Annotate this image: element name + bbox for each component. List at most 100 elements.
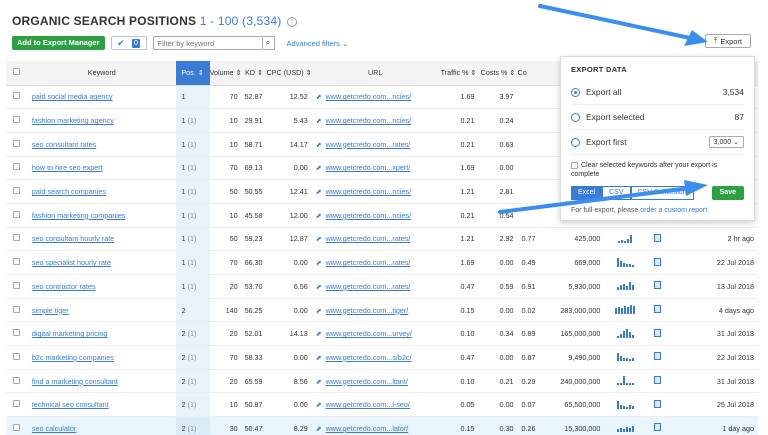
serp-snapshot-icon[interactable] [653,328,661,337]
keyword-link[interactable]: seo consultant rates [28,140,96,149]
external-link-icon[interactable]: ⬈ [316,379,322,386]
format-csv-semicolon[interactable]: CSV Semicolon [630,186,694,200]
url-link[interactable]: www.getcredo.com...rates/ [326,258,411,267]
url-link[interactable]: www.getcredo.com...s/b2c/ [326,353,412,362]
url-link[interactable]: www.getcredo.com...rates/ [326,282,411,291]
row-checkbox[interactable] [13,258,21,266]
external-link-icon[interactable]: ⬈ [316,284,322,291]
external-link-icon[interactable]: ⬈ [316,308,322,315]
clear-after-export-checkbox[interactable] [571,161,578,169]
row-checkbox[interactable] [13,281,21,289]
export-button[interactable]: ⤒ Export [705,34,751,48]
url-link[interactable]: www.getcredo.com...l-seo/ [326,400,410,409]
selected-count-toggle[interactable]: ✔ 0 [110,36,147,50]
column-competition[interactable]: Co [517,61,540,86]
export-all-option[interactable]: Export all 3,534 [571,80,744,105]
keyword-link[interactable]: find a marketing consultant [28,377,118,386]
url-link[interactable]: www.getcredo.com...rates/ [326,234,411,243]
serp-snapshot-icon[interactable] [653,281,661,290]
radio-export-all[interactable] [571,87,580,97]
serp-snapshot-icon[interactable] [653,423,661,432]
format-excel[interactable]: Excel [571,186,603,200]
export-first-select[interactable]: 3,000 ⌄ [708,136,744,148]
external-link-icon[interactable]: ⬈ [316,355,322,362]
serp-snapshot-icon[interactable] [653,305,661,314]
url-link[interactable]: www.getcredo.com...ncies/ [326,92,411,101]
row-checkbox[interactable] [13,187,21,195]
serp-snapshot-icon[interactable] [653,376,661,385]
url-link[interactable]: www.getcredo.com...rates/ [326,140,411,149]
serp-snapshot-icon[interactable] [653,352,661,361]
url-link[interactable]: www.getcredo.com...urvey/ [326,329,412,338]
row-checkbox[interactable] [13,423,21,431]
export-first-option[interactable]: Export first 3,000 ⌄ [571,130,744,155]
keyword-link[interactable]: fashion marketing agency [28,116,114,125]
filter-keyword-input[interactable] [152,36,263,50]
row-checkbox[interactable] [13,352,21,360]
select-all-checkbox[interactable] [6,61,28,86]
external-link-icon[interactable]: ⬈ [316,213,322,220]
external-link-icon[interactable]: ⬈ [316,426,322,433]
external-link-icon[interactable]: ⬈ [316,189,322,196]
serp-snapshot-icon[interactable] [653,257,661,266]
keyword-link[interactable]: how to hire seo expert [28,163,103,172]
keyword-link[interactable]: technical seo consultant [28,400,109,409]
radio-export-selected[interactable] [571,112,580,122]
keyword-link[interactable]: digital marketing pricing [28,329,108,338]
row-checkbox[interactable] [13,210,21,218]
row-checkbox[interactable] [13,329,21,337]
column-costs[interactable]: Costs % ⇕ [478,61,518,86]
keyword-link[interactable]: paid search companies [28,187,106,196]
external-link-icon[interactable]: ⬈ [316,142,322,149]
add-to-export-manager-button[interactable]: Add to Export Manager [12,36,105,50]
column-kd[interactable]: KD ⇕ [241,61,267,86]
keyword-link[interactable]: seo contractor rates [28,282,96,291]
row-checkbox[interactable] [13,139,21,147]
keyword-link[interactable]: b2c marketing companies [28,353,114,362]
url-link[interactable]: www.getcredo.com...ltant/ [326,377,408,386]
order-custom-report-link[interactable]: order a custom report [640,207,707,214]
external-link-icon[interactable]: ⬈ [316,402,322,409]
external-link-icon[interactable]: ⬈ [316,165,322,172]
row-checkbox[interactable] [13,305,21,313]
keyword-link[interactable]: fashion marketing companies [28,211,126,220]
row-checkbox[interactable] [13,234,21,242]
column-position[interactable]: Pos. ⇕ [175,61,210,86]
info-icon[interactable]: i [286,16,297,27]
url-link[interactable]: www.getcredo.com...ncies/ [326,116,411,125]
url-link[interactable]: www.getcredo.com...ncies/ [326,211,411,220]
url-link[interactable]: www.getcredo.com...tiger/ [326,306,409,315]
url-link[interactable]: www.getcredo.com...lator/ [326,424,409,433]
keyword-link[interactable]: paid social media agency [28,92,113,101]
external-link-icon[interactable]: ⬈ [316,331,322,338]
export-selected-option[interactable]: Export selected 87 [571,105,744,130]
row-checkbox[interactable] [13,163,21,171]
column-cpc[interactable]: CPC (USD) ⇕ [266,61,312,86]
search-icon[interactable]: ⌕ [262,36,275,50]
advanced-filters-link[interactable]: Advanced filters ⌄ [287,39,349,48]
keyword-link[interactable]: seo consultant hourly rate [28,234,114,243]
serp-snapshot-icon[interactable] [653,233,661,242]
row-checkbox[interactable] [13,400,21,408]
row-checkbox[interactable] [13,376,21,384]
external-link-icon[interactable]: ⬈ [316,236,322,243]
keyword-link[interactable]: seo calculator [28,424,76,433]
column-url[interactable]: URL [311,61,439,86]
external-link-icon[interactable]: ⬈ [316,260,322,267]
serp-snapshot-icon[interactable] [653,399,661,408]
row-checkbox[interactable] [13,116,21,124]
column-traffic[interactable]: Traffic % ⇕ [438,61,479,86]
row-checkbox[interactable] [13,92,21,100]
external-link-icon[interactable]: ⬈ [316,94,322,101]
column-keyword[interactable]: Keyword [27,61,176,86]
save-button[interactable]: Save [711,186,744,200]
keyword-link[interactable]: seo specialist hourly rate [28,258,111,267]
keyword-link[interactable]: simple tiger [28,306,69,315]
column-volume[interactable]: Volume ⇕ [209,61,242,86]
url-link[interactable]: www.getcredo.com...xpert/ [326,163,411,172]
radio-export-first[interactable] [571,137,580,147]
external-link-icon[interactable]: ⬈ [316,118,322,125]
format-csv[interactable]: CSV [602,186,631,200]
url-link[interactable]: www.getcredo.com...ncies/ [326,187,411,196]
clear-after-export-option[interactable]: Clear selected keywords after your expor… [571,161,744,179]
